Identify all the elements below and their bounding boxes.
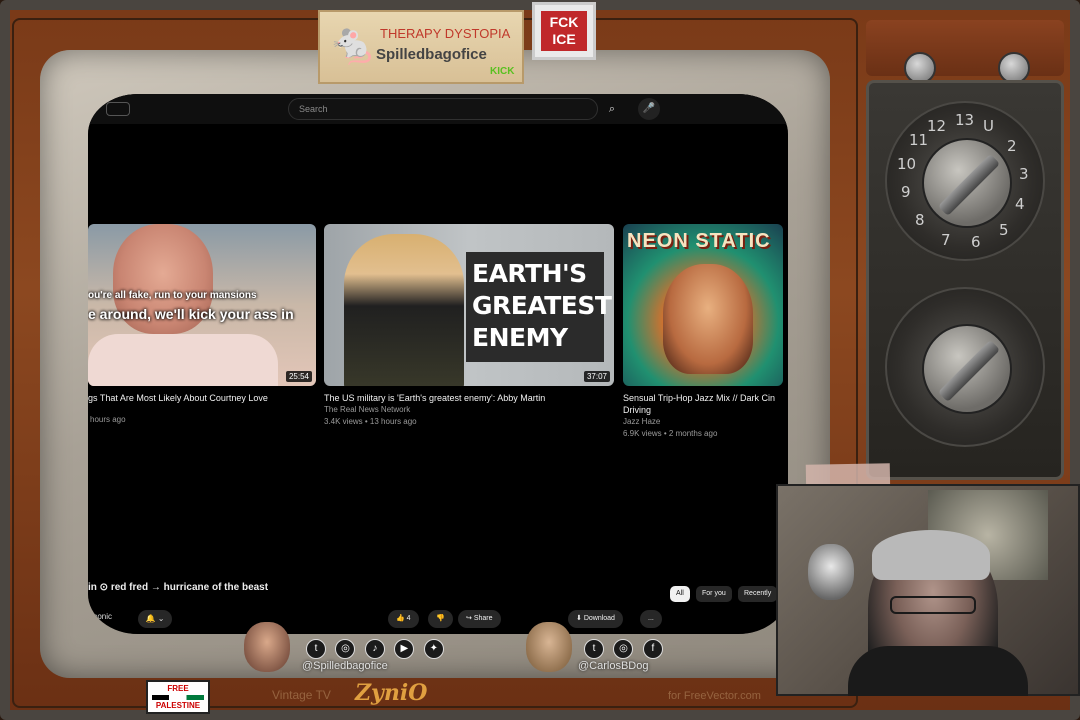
dislike-button[interactable]: 👎 [428,610,453,628]
youtube-header: Search ⌕ 🎤 [88,94,788,124]
volume-dial-knob[interactable] [922,324,1012,414]
streamer-shirt [848,646,1028,696]
thumb-caption-2: e around, we'll kick your ass in [88,306,294,322]
avatar [244,622,290,672]
video-card-3[interactable]: NEON STATIC Sensual Trip-Hop Jazz Mix //… [623,224,788,440]
video-card-1[interactable]: ou're all fake, run to your mansions e a… [88,224,316,426]
tiktok-icon[interactable]: ♪ [364,639,385,659]
video-meta-2: 3.4K views • 13 hours ago [324,417,417,426]
channel-dial[interactable]: 12 13 U 2 3 4 5 6 7 8 9 10 11 [885,101,1045,261]
channel-name-partial[interactable]: rmonic [88,612,112,621]
thumb-woman [663,264,753,374]
fck-ice-sticker: FCK ICE [532,2,596,60]
flag-icon [152,695,204,700]
vintage-tv-label: Vintage TV [272,688,331,702]
notification-bell-icon[interactable]: 🔔 ⌄ [138,610,172,628]
youtube-icon[interactable]: ▶ [394,639,415,659]
more-button[interactable]: ... [640,610,662,628]
chip-for-you[interactable]: For you [696,586,732,602]
sugar-skull-decoration [808,544,854,600]
video-duration-2: 37:07 [583,371,610,382]
volume-dial[interactable] [885,287,1045,447]
tv-screen: Search ⌕ 🎤 ou're all fake, run to your m… [88,94,788,634]
freevector-credit: for FreeVector.com [668,690,761,702]
social-icons-left: t ◎ ♪ ▶ ✦ [306,638,449,662]
streamer-hair [872,530,990,580]
handle-left: @Spilledbagofice [302,660,388,672]
thumb-speaker [344,234,464,386]
video-thumbnail-2[interactable]: EARTH'S GREATEST ENEMY 37:07 [324,224,614,386]
video-title-2[interactable]: The US military is 'Earth's greatest ene… [324,392,614,404]
player-action-bar: rmonic 🔔 ⌄ 👍 4 👎 ↪ Share ⬇ Download ... … [88,586,788,634]
video-thumbnail-3[interactable]: NEON STATIC [623,224,783,386]
video-card-2[interactable]: EARTH'S GREATEST ENEMY 37:07 The US mili… [324,224,614,428]
facebook-icon[interactable]: f [642,639,663,659]
streamer-glasses [890,596,976,614]
video-meta-1: hours ago [90,415,126,424]
chip-recently[interactable]: Recently [738,586,778,602]
video-duration-1: 25:54 [285,371,312,382]
thumb-shirt [88,334,278,386]
free-palestine-badge: FREE PALESTINE [146,680,210,714]
video-title-1[interactable]: gs That Are Most Likely About Courtney L… [88,392,316,404]
twitter-icon[interactable]: t [584,639,604,659]
chip-all[interactable]: All [670,586,690,602]
handle-right: @CarlosBDog [578,660,649,672]
instagram-icon[interactable]: ◎ [613,639,634,659]
bluesky-icon[interactable]: ✦ [423,639,444,659]
video-meta-3: 6.9K views • 2 months ago [623,429,718,438]
mouse-icon: 🐁 [328,22,378,66]
video-thumbnail-1[interactable]: ou're all fake, run to your mansions e a… [88,224,316,386]
control-strip [866,20,1064,84]
thumb-headline: EARTH'S GREATEST ENEMY [466,252,612,362]
video-channel-2[interactable]: The Real News Network [324,404,614,416]
twitter-icon[interactable]: t [306,639,326,659]
thumb-neon-title: NEON STATIC [627,230,771,252]
social-icons-right: t ◎ f [584,638,668,662]
share-button[interactable]: ↪ Share [458,610,501,628]
video-channel-3[interactable]: Jazz Haze [623,416,788,428]
now-playing-title: in ⊙ red fred → hurricane of the beast [88,582,269,593]
like-button[interactable]: 👍 4 [388,610,419,628]
search-icon[interactable]: ⌕ [598,98,626,120]
instagram-icon[interactable]: ◎ [335,639,356,659]
mic-icon[interactable]: 🎤 [638,98,660,120]
channel-dial-knob[interactable] [922,138,1012,228]
webcam-overlay [776,484,1080,696]
thumb-caption-1: ou're all fake, run to your mansions [88,290,257,301]
search-input[interactable]: Search [288,98,598,120]
therapy-dystopia-banner: 🐁 THERAPY DYSTOPIA Spilledbagofice KICK [318,10,524,84]
zynio-logo: ZyniO [355,680,428,706]
knob-panel: 12 13 U 2 3 4 5 6 7 8 9 10 11 [866,80,1064,480]
youtube-logo[interactable] [106,102,130,116]
download-button[interactable]: ⬇ Download [568,610,623,628]
dog-avatar [526,622,572,672]
video-title-3[interactable]: Sensual Trip-Hop Jazz Mix // Dark Cin Dri… [623,392,788,416]
